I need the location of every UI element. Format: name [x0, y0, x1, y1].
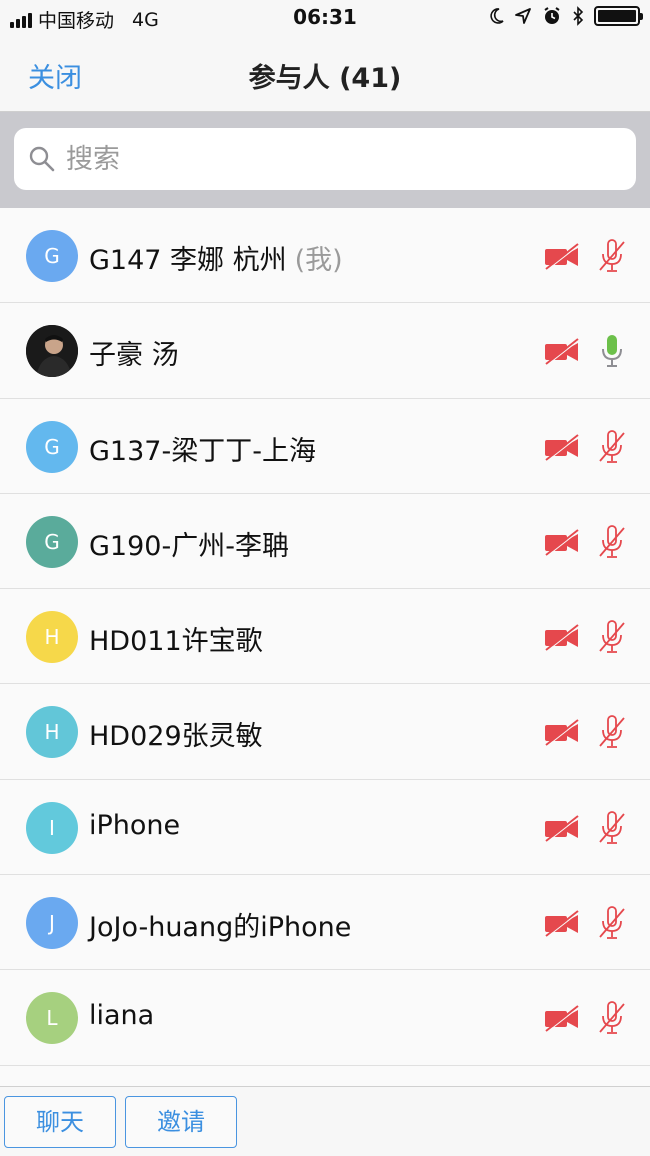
bluetooth-icon — [573, 6, 584, 26]
participant-status-icons — [543, 333, 627, 369]
video-off-icon[interactable] — [543, 527, 581, 557]
video-off-icon[interactable] — [543, 622, 581, 653]
search-icon — [29, 146, 55, 172]
participant-status-icons — [543, 238, 627, 274]
participant-name: iPhone — [89, 809, 181, 841]
participant-status-icons — [543, 619, 627, 655]
participant-name-wrap: liana — [89, 1000, 154, 1031]
avatar: H — [26, 706, 78, 759]
avatar: I — [26, 801, 78, 854]
avatar: G — [26, 515, 78, 568]
participant-name: JoJo-huang的iPhone — [89, 912, 352, 944]
participant-row[interactable]: H HD029张灵敏 — [0, 684, 650, 780]
microphone-muted-icon[interactable] — [597, 524, 627, 560]
page-title: 参与人 (41) — [248, 63, 402, 94]
battery-icon — [594, 6, 643, 26]
participant-row[interactable]: IiPhone — [0, 779, 650, 876]
microphone-muted-icon[interactable] — [597, 714, 627, 750]
alarm-icon — [544, 7, 560, 24]
participant-row[interactable]: G G137-梁丁丁-上海 — [0, 398, 650, 494]
participant-status-icons — [543, 1000, 627, 1036]
participant-status-icons — [543, 714, 627, 750]
video-off-icon[interactable] — [543, 432, 581, 462]
participant-name-wrap: JoJo-huang的iPhone — [89, 905, 351, 944]
location-arrow-icon — [515, 8, 531, 24]
participant-name: G190-广州-李聃 — [89, 530, 289, 562]
participant-name-wrap: iPhone — [89, 810, 180, 841]
navigation-bar: 关闭 参与人 (41) — [0, 36, 650, 112]
avatar: H — [26, 611, 78, 664]
participant-name-wrap: 子豪 汤 — [89, 333, 179, 372]
microphone-muted-icon[interactable] — [597, 810, 627, 846]
participant-name-wrap: G147 李娜 杭州 (我) — [89, 238, 343, 277]
participant-name-wrap: HD011许宝歌 — [89, 619, 263, 658]
avatar-photo — [26, 325, 78, 378]
search-bar — [0, 112, 650, 208]
video-off-icon[interactable] — [543, 908, 581, 939]
avatar: G — [26, 420, 78, 473]
microphone-on-icon[interactable] — [597, 333, 627, 369]
participant-row[interactable]: G G147 李娜 杭州 (我) — [0, 208, 650, 304]
microphone-muted-icon[interactable] — [597, 238, 627, 274]
video-off-icon[interactable] — [543, 813, 581, 843]
microphone-muted-icon[interactable] — [597, 619, 627, 655]
microphone-muted-icon[interactable] — [597, 905, 627, 941]
self-indicator: (我) — [294, 245, 343, 276]
participant-name: 子豪 汤 — [89, 340, 179, 372]
participant-list: G G147 李娜 杭州 (我) 子豪 汤 G G137-梁丁丁-上海 G G190-广州-李… — [0, 208, 650, 1086]
participant-name: G147 李娜 杭州 — [89, 245, 287, 276]
search-input[interactable] — [66, 136, 606, 182]
participant-name-wrap: G137-梁丁丁-上海 — [89, 429, 316, 468]
avatar: J — [26, 897, 78, 950]
video-off-icon[interactable] — [543, 717, 581, 748]
microphone-muted-icon[interactable] — [597, 1000, 627, 1036]
video-off-icon[interactable] — [543, 241, 581, 271]
moon-icon — [490, 8, 504, 24]
video-off-icon[interactable] — [543, 1003, 581, 1034]
participant-name: HD029张灵敏 — [89, 721, 263, 753]
participant-name: liana — [89, 1000, 155, 1032]
bottom-toolbar: 聊天 邀请 — [0, 1086, 650, 1156]
search-box[interactable] — [14, 128, 636, 190]
participant-row[interactable]: H HD011许宝歌 — [0, 589, 650, 685]
chat-button[interactable]: 聊天 — [4, 1096, 116, 1148]
participant-name-wrap: HD029张灵敏 — [89, 714, 263, 753]
participant-status-icons — [543, 810, 627, 846]
participant-row[interactable]: 子豪 汤 — [0, 303, 650, 399]
participant-row[interactable]: G G190-广州-李聃 — [0, 493, 650, 590]
participant-name: G137-梁丁丁-上海 — [89, 435, 316, 467]
participant-status-icons — [543, 429, 627, 465]
microphone-muted-icon[interactable] — [597, 429, 627, 465]
avatar: L — [26, 992, 78, 1045]
status-bar: 中国移动 4G 06:31 — [0, 0, 650, 36]
status-right — [488, 6, 643, 26]
participant-name-wrap: G190-广州-李聃 — [89, 524, 289, 563]
participant-row[interactable]: Lliana — [0, 970, 650, 1066]
participant-name: HD011许宝歌 — [89, 626, 263, 658]
participant-status-icons — [543, 524, 627, 560]
invite-button[interactable]: 邀请 — [125, 1096, 237, 1148]
video-off-icon[interactable] — [543, 336, 581, 367]
participant-status-icons — [543, 905, 627, 941]
avatar: G — [26, 230, 78, 282]
participant-row[interactable]: J JoJo-huang的iPhone — [0, 875, 650, 971]
